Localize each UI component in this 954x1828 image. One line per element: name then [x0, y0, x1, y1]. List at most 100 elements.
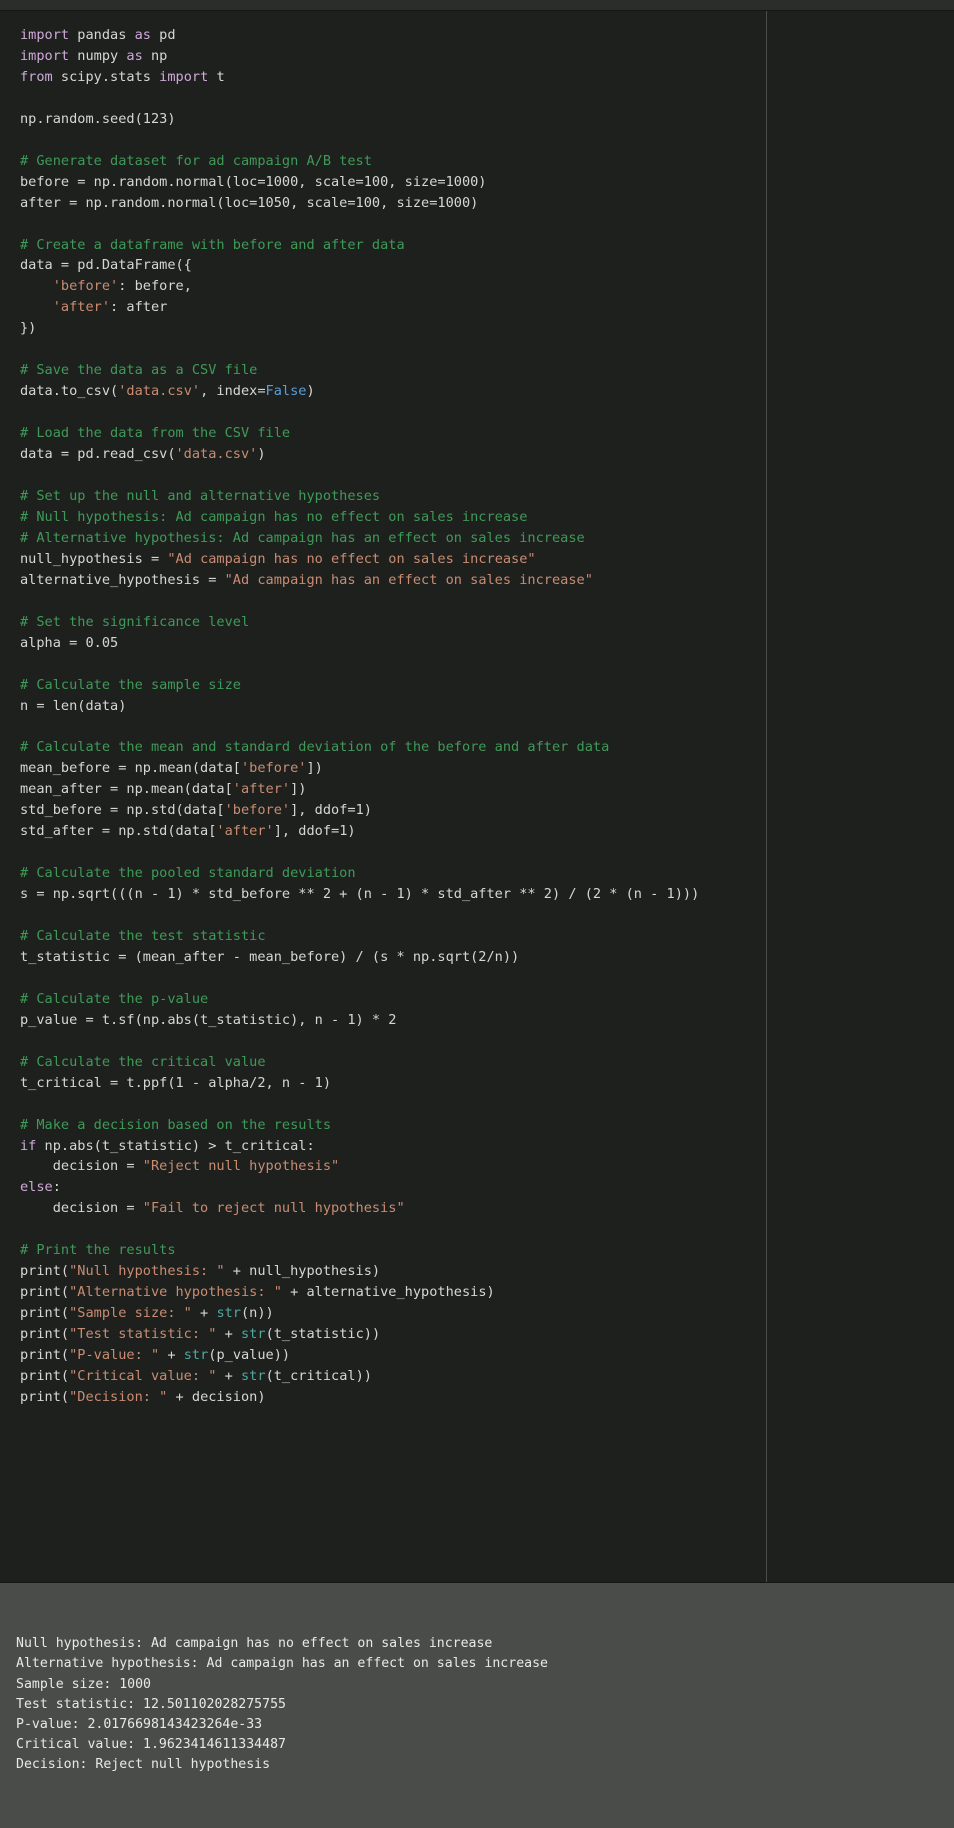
code-line: n = len(data)	[20, 696, 954, 717]
code-token: str	[241, 1368, 266, 1384]
code-token: "P-value: "	[69, 1347, 160, 1364]
code-token: np.random.seed(123)	[20, 110, 176, 127]
code-token: +	[216, 1326, 241, 1343]
code-token: data.to_csv(	[20, 383, 119, 400]
code-token: (t_critical))	[265, 1368, 372, 1384]
code-token: np	[142, 47, 168, 64]
code-token: alternative_hypothesis =	[20, 571, 225, 588]
code-token: numpy	[69, 47, 127, 64]
code-token: print(	[20, 1388, 70, 1405]
code-token: data = pd.DataFrame({	[20, 257, 192, 274]
code-line: print("Sample size: " + str(n))	[20, 1303, 954, 1324]
code-token: ], ddof=1)	[273, 823, 356, 840]
code-token: t_critical = t.ppf(1 - alpha/2, n - 1)	[20, 1074, 331, 1091]
code-line: print("Decision: " + decision)	[20, 1387, 954, 1408]
source-code-text: import pandas as pd import numpy as np fro…	[20, 25, 954, 1408]
code-token: "Reject null hypothesis"	[142, 1158, 340, 1175]
code-token: import	[159, 68, 209, 85]
code-line: # Print the results	[20, 1240, 954, 1261]
code-token: 'before'	[240, 760, 307, 777]
code-line: # Calculate the p-value	[20, 989, 954, 1010]
code-token: as	[134, 27, 151, 43]
code-line: # Load the data from the CSV file	[20, 423, 954, 444]
code-line: # Generate dataset for ad campaign A/B t…	[20, 151, 954, 172]
code-token: +	[191, 1305, 217, 1322]
console-output-line: Null hypothesis: Ad campaign has no effe…	[16, 1636, 493, 1652]
code-line: alpha = 0.05	[20, 633, 954, 654]
code-line: s = np.sqrt(((n - 1) * std_before ** 2 +…	[20, 884, 954, 905]
code-editor-window: import pandas as pd import numpy as np fro…	[0, 0, 954, 1828]
code-line: t_critical = t.ppf(1 - alpha/2, n - 1)	[20, 1073, 954, 1094]
code-line: data = pd.DataFrame({	[20, 255, 954, 276]
code-token: data = pd.read_csv(	[20, 446, 176, 463]
code-line: # Calculate the sample size	[20, 675, 954, 696]
code-line: # Alternative hypothesis: Ad campaign ha…	[20, 528, 954, 549]
code-token: 'after'	[232, 781, 291, 798]
source-code-block[interactable]: import pandas as pd import numpy as np fro…	[0, 25, 954, 1408]
code-token: # Print the results	[20, 1242, 176, 1259]
code-token: , index=	[200, 383, 266, 400]
code-token: before = np.random.normal(loc=1000, scal…	[20, 173, 487, 190]
code-token: "Fail to reject null hypothesis"	[142, 1200, 405, 1217]
code-token: after = np.random.normal(loc=1050, scale…	[20, 194, 479, 211]
code-line: decision = "Reject null hypothesis"	[20, 1156, 954, 1177]
code-token: t	[208, 68, 225, 85]
code-line: alternative_hypothesis = "Ad campaign ha…	[20, 570, 954, 591]
code-token: (t_statistic))	[265, 1326, 381, 1343]
code-line: print("P-value: " + str(p_value))	[20, 1345, 954, 1366]
code-token: 'after'	[52, 299, 111, 316]
code-token: from	[20, 68, 53, 85]
console-output-line: Decision: Reject null hypothesis	[16, 1757, 271, 1773]
code-line: # Null hypothesis: Ad campaign has no ef…	[20, 507, 954, 528]
code-line: # Calculate the pooled standard deviatio…	[20, 863, 954, 884]
code-token: print(	[20, 1305, 70, 1322]
code-token: "Ad campaign has no effect on sales incr…	[167, 550, 536, 567]
output-console-pane[interactable]: Null hypothesis: Ad campaign has no effe…	[0, 1581, 954, 1828]
code-token: import	[20, 47, 70, 64]
code-token: # Calculate the sample size	[20, 676, 241, 693]
code-token: # Calculate the pooled standard deviatio…	[20, 865, 356, 882]
code-token: n = len(data)	[20, 697, 127, 714]
window-titlebar	[0, 0, 954, 11]
console-output-line: P-value: 2.0176698143423264e-33	[16, 1716, 263, 1732]
code-token: pandas	[69, 27, 135, 43]
code-line: print("Critical value: " + str(t_critica…	[20, 1366, 954, 1387]
code-token: print(	[20, 1284, 70, 1301]
code-line: print("Null hypothesis: " + null_hypothe…	[20, 1261, 954, 1282]
code-token: "Alternative hypothesis: "	[69, 1284, 282, 1301]
code-token: print(	[20, 1368, 70, 1384]
code-token: "Null hypothesis: "	[69, 1263, 225, 1280]
code-token: # Make a decision based on the results	[20, 1116, 331, 1133]
code-token: str	[241, 1326, 266, 1343]
code-token: s = np.sqrt(((n - 1) * std_before ** 2 +…	[20, 886, 700, 903]
console-output-line: Alternative hypothesis: Ad campaign has …	[16, 1656, 548, 1672]
code-token: )	[257, 446, 266, 463]
code-token: decision =	[20, 1158, 143, 1175]
code-token: "Sample size: "	[69, 1305, 192, 1322]
code-line: std_before = np.std(data['before'], ddof…	[20, 800, 954, 821]
code-token: +	[159, 1347, 184, 1364]
code-token: ])	[306, 760, 323, 777]
code-line: before = np.random.normal(loc=1000, scal…	[20, 172, 954, 193]
code-token: # Alternative hypothesis: Ad campaign ha…	[20, 529, 585, 546]
code-token: })	[20, 320, 37, 337]
code-token: 'after'	[216, 823, 274, 840]
code-line: # Calculate the mean and standard deviat…	[20, 737, 954, 758]
code-token: np.abs(t_statistic) > t_critical:	[36, 1137, 315, 1154]
code-token: :	[52, 1179, 61, 1196]
code-token: as	[126, 47, 143, 64]
code-token: # Null hypothesis: Ad campaign has no ef…	[20, 508, 528, 525]
code-token: +	[216, 1368, 241, 1384]
code-line: std_after = np.std(data['after'], ddof=1…	[20, 821, 954, 842]
code-token: False	[265, 383, 307, 400]
code-token: ], ddof=1)	[290, 802, 372, 819]
code-editor-pane[interactable]: import pandas as pd import numpy as np fro…	[0, 11, 954, 1582]
